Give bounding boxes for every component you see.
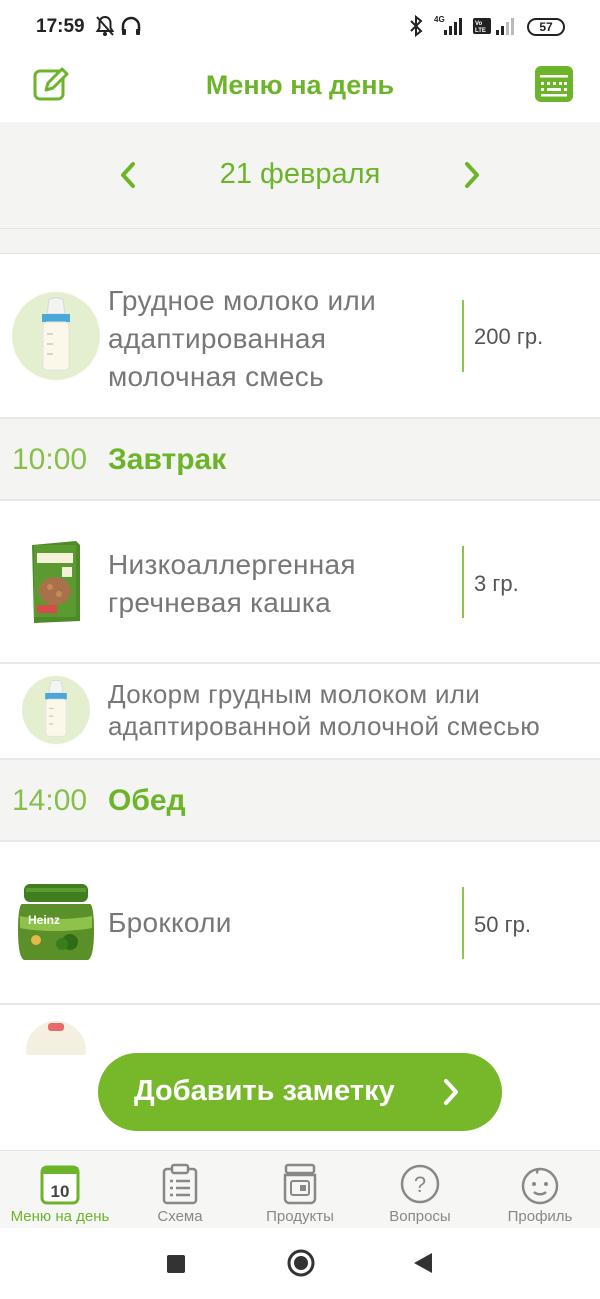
meal-header-cutoff: [0, 228, 600, 254]
item-amount: 3 гр.: [474, 571, 519, 596]
bottom-nav: 10 Меню на день Схема Продукты ? Вопросы…: [0, 1150, 600, 1228]
item-divider: [462, 300, 464, 372]
svg-text:Heinz: Heinz: [28, 913, 60, 927]
item-name-line: Докорм грудным молоком или: [108, 679, 481, 709]
square-recent-icon[interactable]: [166, 1248, 186, 1283]
date-navigator: 21 февраля: [0, 122, 600, 228]
meal-header: 10:00 Завтрак: [0, 419, 600, 501]
tab-menu[interactable]: 10 Меню на день: [0, 1151, 120, 1229]
add-note-button[interactable]: Добавить заметку: [98, 1053, 502, 1131]
headphones-icon: [120, 14, 142, 43]
meal-time: 10:00: [12, 443, 88, 476]
app-header: Меню на день: [0, 56, 600, 122]
svg-text:Vo: Vo: [475, 21, 483, 27]
list-item[interactable]: Грудное молоко или адаптированная молочн…: [0, 254, 600, 419]
svg-text:LTE: LTE: [475, 28, 486, 34]
list-item[interactable]: Докорм грудным молоком или адаптированно…: [0, 664, 600, 760]
circle-home-icon[interactable]: [286, 1248, 316, 1283]
item-name-line: адаптированной молочной смесью: [108, 711, 541, 741]
question-icon: ?: [400, 1163, 440, 1205]
svg-text:?: ?: [414, 1172, 426, 1197]
tab-scheme[interactable]: Схема: [120, 1151, 240, 1229]
tab-label: Схема: [157, 1208, 203, 1225]
item-divider: [462, 887, 464, 959]
bell-off-icon: [94, 14, 116, 43]
list-item[interactable]: Низкоаллергенная гречневая кашка 3 гр.: [0, 501, 600, 664]
tab-label: Профиль: [507, 1208, 573, 1225]
triangle-back-icon[interactable]: [412, 1248, 434, 1283]
signal-4g-icon: 4G: [434, 14, 468, 43]
item-name-line: молочная смесь: [108, 361, 324, 392]
system-nav-bar: [0, 1228, 600, 1299]
puree-jar-icon: [24, 1019, 88, 1055]
jar-icon: [280, 1163, 320, 1205]
cereal-box-icon: [28, 539, 84, 630]
tab-products[interactable]: Продукты: [240, 1151, 360, 1229]
svg-text:4G: 4G: [434, 15, 445, 24]
list-item[interactable]: Heinz Брокколи 50 гр.: [0, 842, 600, 1005]
item-name-line: адаптированная: [108, 323, 327, 354]
volte-icon: Vo LTE: [472, 14, 494, 43]
baby-bottle-icon: [12, 292, 100, 385]
item-name-line: гречневая кашка: [108, 587, 331, 618]
chevron-right-icon: [441, 1077, 461, 1112]
calendar-icon: 10: [40, 1163, 80, 1205]
battery-icon: 57: [527, 18, 565, 36]
tab-label: Продукты: [266, 1208, 334, 1225]
status-bar: 17:59 4G Vo LTE 57: [0, 0, 600, 56]
item-divider: [462, 546, 464, 618]
keyboard-icon[interactable]: [534, 64, 574, 109]
meal-name: Обед: [108, 784, 186, 817]
item-amount: 200 гр.: [474, 324, 544, 349]
list-item-partial: [0, 1005, 600, 1055]
tab-label: Меню на день: [10, 1208, 110, 1225]
add-note-label: Добавить заметку: [134, 1075, 395, 1107]
meal-time: 14:00: [12, 784, 88, 817]
baby-bottle-icon: [22, 676, 90, 749]
calendar-badge: 10: [51, 1182, 70, 1201]
item-name-line: Брокколи: [108, 907, 232, 938]
baby-face-icon: [520, 1163, 560, 1205]
clipboard-icon: [160, 1163, 200, 1205]
item-name-line: Низкоаллергенная: [108, 549, 356, 580]
signal-icon: [494, 14, 520, 43]
chevron-right-icon[interactable]: [462, 160, 482, 195]
item-name-line: Грудное молоко или: [108, 285, 377, 316]
current-date: 21 февраля: [219, 158, 381, 190]
puree-jar-icon: Heinz: [18, 882, 94, 967]
bluetooth-icon: [408, 14, 424, 43]
status-time: 17:59: [36, 16, 85, 37]
meal-header: 14:00 Обед: [0, 760, 600, 842]
tab-questions[interactable]: ? Вопросы: [360, 1151, 480, 1229]
page-title: Меню на день: [205, 70, 395, 100]
meal-name: Завтрак: [108, 443, 227, 476]
tab-label: Вопросы: [389, 1208, 451, 1225]
item-amount: 50 гр.: [474, 912, 531, 937]
tab-profile[interactable]: Профиль: [480, 1151, 600, 1229]
